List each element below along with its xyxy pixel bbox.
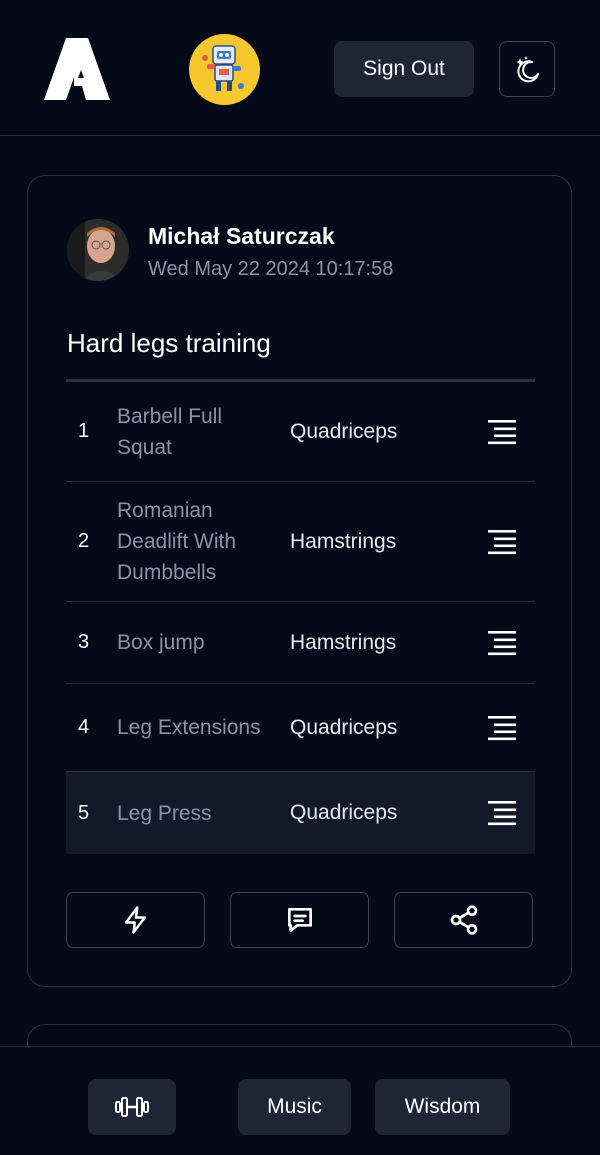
drag-handle-icon[interactable] — [486, 630, 518, 656]
share-button[interactable] — [394, 892, 533, 948]
exercise-muscle: Quadriceps — [290, 715, 398, 739]
exercise-number: 1 — [78, 420, 90, 442]
top-header: Sign Out — [0, 0, 600, 136]
bottom-navigation: Music Wisdom — [0, 1046, 600, 1155]
exercise-muscle: Hamstrings — [290, 529, 397, 553]
robot-avatar-icon[interactable] — [189, 34, 260, 105]
comment-icon — [287, 908, 312, 932]
user-name[interactable]: Michał Saturczak — [148, 223, 335, 250]
dumbbell-icon — [115, 1097, 149, 1117]
table-row: 4 Leg Extensions Quadriceps — [66, 684, 535, 772]
wisdom-nav-button[interactable]: Wisdom — [375, 1079, 510, 1135]
workout-nav-button[interactable] — [88, 1079, 176, 1135]
theme-toggle-button[interactable] — [499, 41, 555, 97]
user-avatar[interactable] — [67, 219, 129, 281]
moon-stars-icon — [516, 56, 539, 83]
exercise-number: 4 — [78, 716, 90, 738]
exercise-number: 5 — [78, 801, 90, 824]
table-row: 2 Romanian Deadlift With Dumbbells Hamst… — [66, 482, 535, 602]
exercise-table: 1 Barbell Full Squat Quadriceps 2 Romani… — [66, 379, 535, 854]
app-logo-icon[interactable] — [44, 38, 114, 100]
exercise-muscle: Quadriceps — [290, 801, 398, 824]
drag-handle-icon[interactable] — [486, 715, 518, 741]
comment-button[interactable] — [230, 892, 369, 948]
post-date: Wed May 22 2024 10:17:58 — [148, 258, 394, 280]
sign-out-button[interactable]: Sign Out — [334, 41, 474, 97]
drag-handle-icon[interactable] — [486, 800, 518, 826]
workout-title: Hard legs training — [67, 328, 271, 358]
music-nav-button[interactable]: Music — [238, 1079, 351, 1135]
exercise-name: Romanian Deadlift With Dumbbells — [117, 499, 237, 584]
exercise-number: 3 — [78, 631, 90, 653]
table-row: 3 Box jump Hamstrings — [66, 602, 535, 684]
drag-handle-icon[interactable] — [486, 419, 518, 445]
exercise-name: Leg Press — [117, 801, 212, 825]
like-button[interactable] — [66, 892, 205, 948]
exercise-muscle: Quadriceps — [290, 419, 398, 443]
exercise-name: Barbell Full Squat — [117, 404, 223, 459]
drag-handle-icon[interactable] — [486, 529, 518, 555]
exercise-muscle: Hamstrings — [290, 630, 397, 654]
exercise-name: Box jump — [117, 631, 205, 654]
lightning-icon — [124, 906, 146, 934]
table-row: 1 Barbell Full Squat Quadriceps — [66, 382, 535, 482]
table-row: 5 Leg Press Quadriceps — [66, 772, 535, 854]
exercise-name: Leg Extensions — [117, 716, 261, 739]
workout-post-card: Michał Saturczak Wed May 22 2024 10:17:5… — [27, 175, 572, 987]
share-icon — [450, 905, 477, 935]
exercise-number: 2 — [78, 530, 90, 552]
